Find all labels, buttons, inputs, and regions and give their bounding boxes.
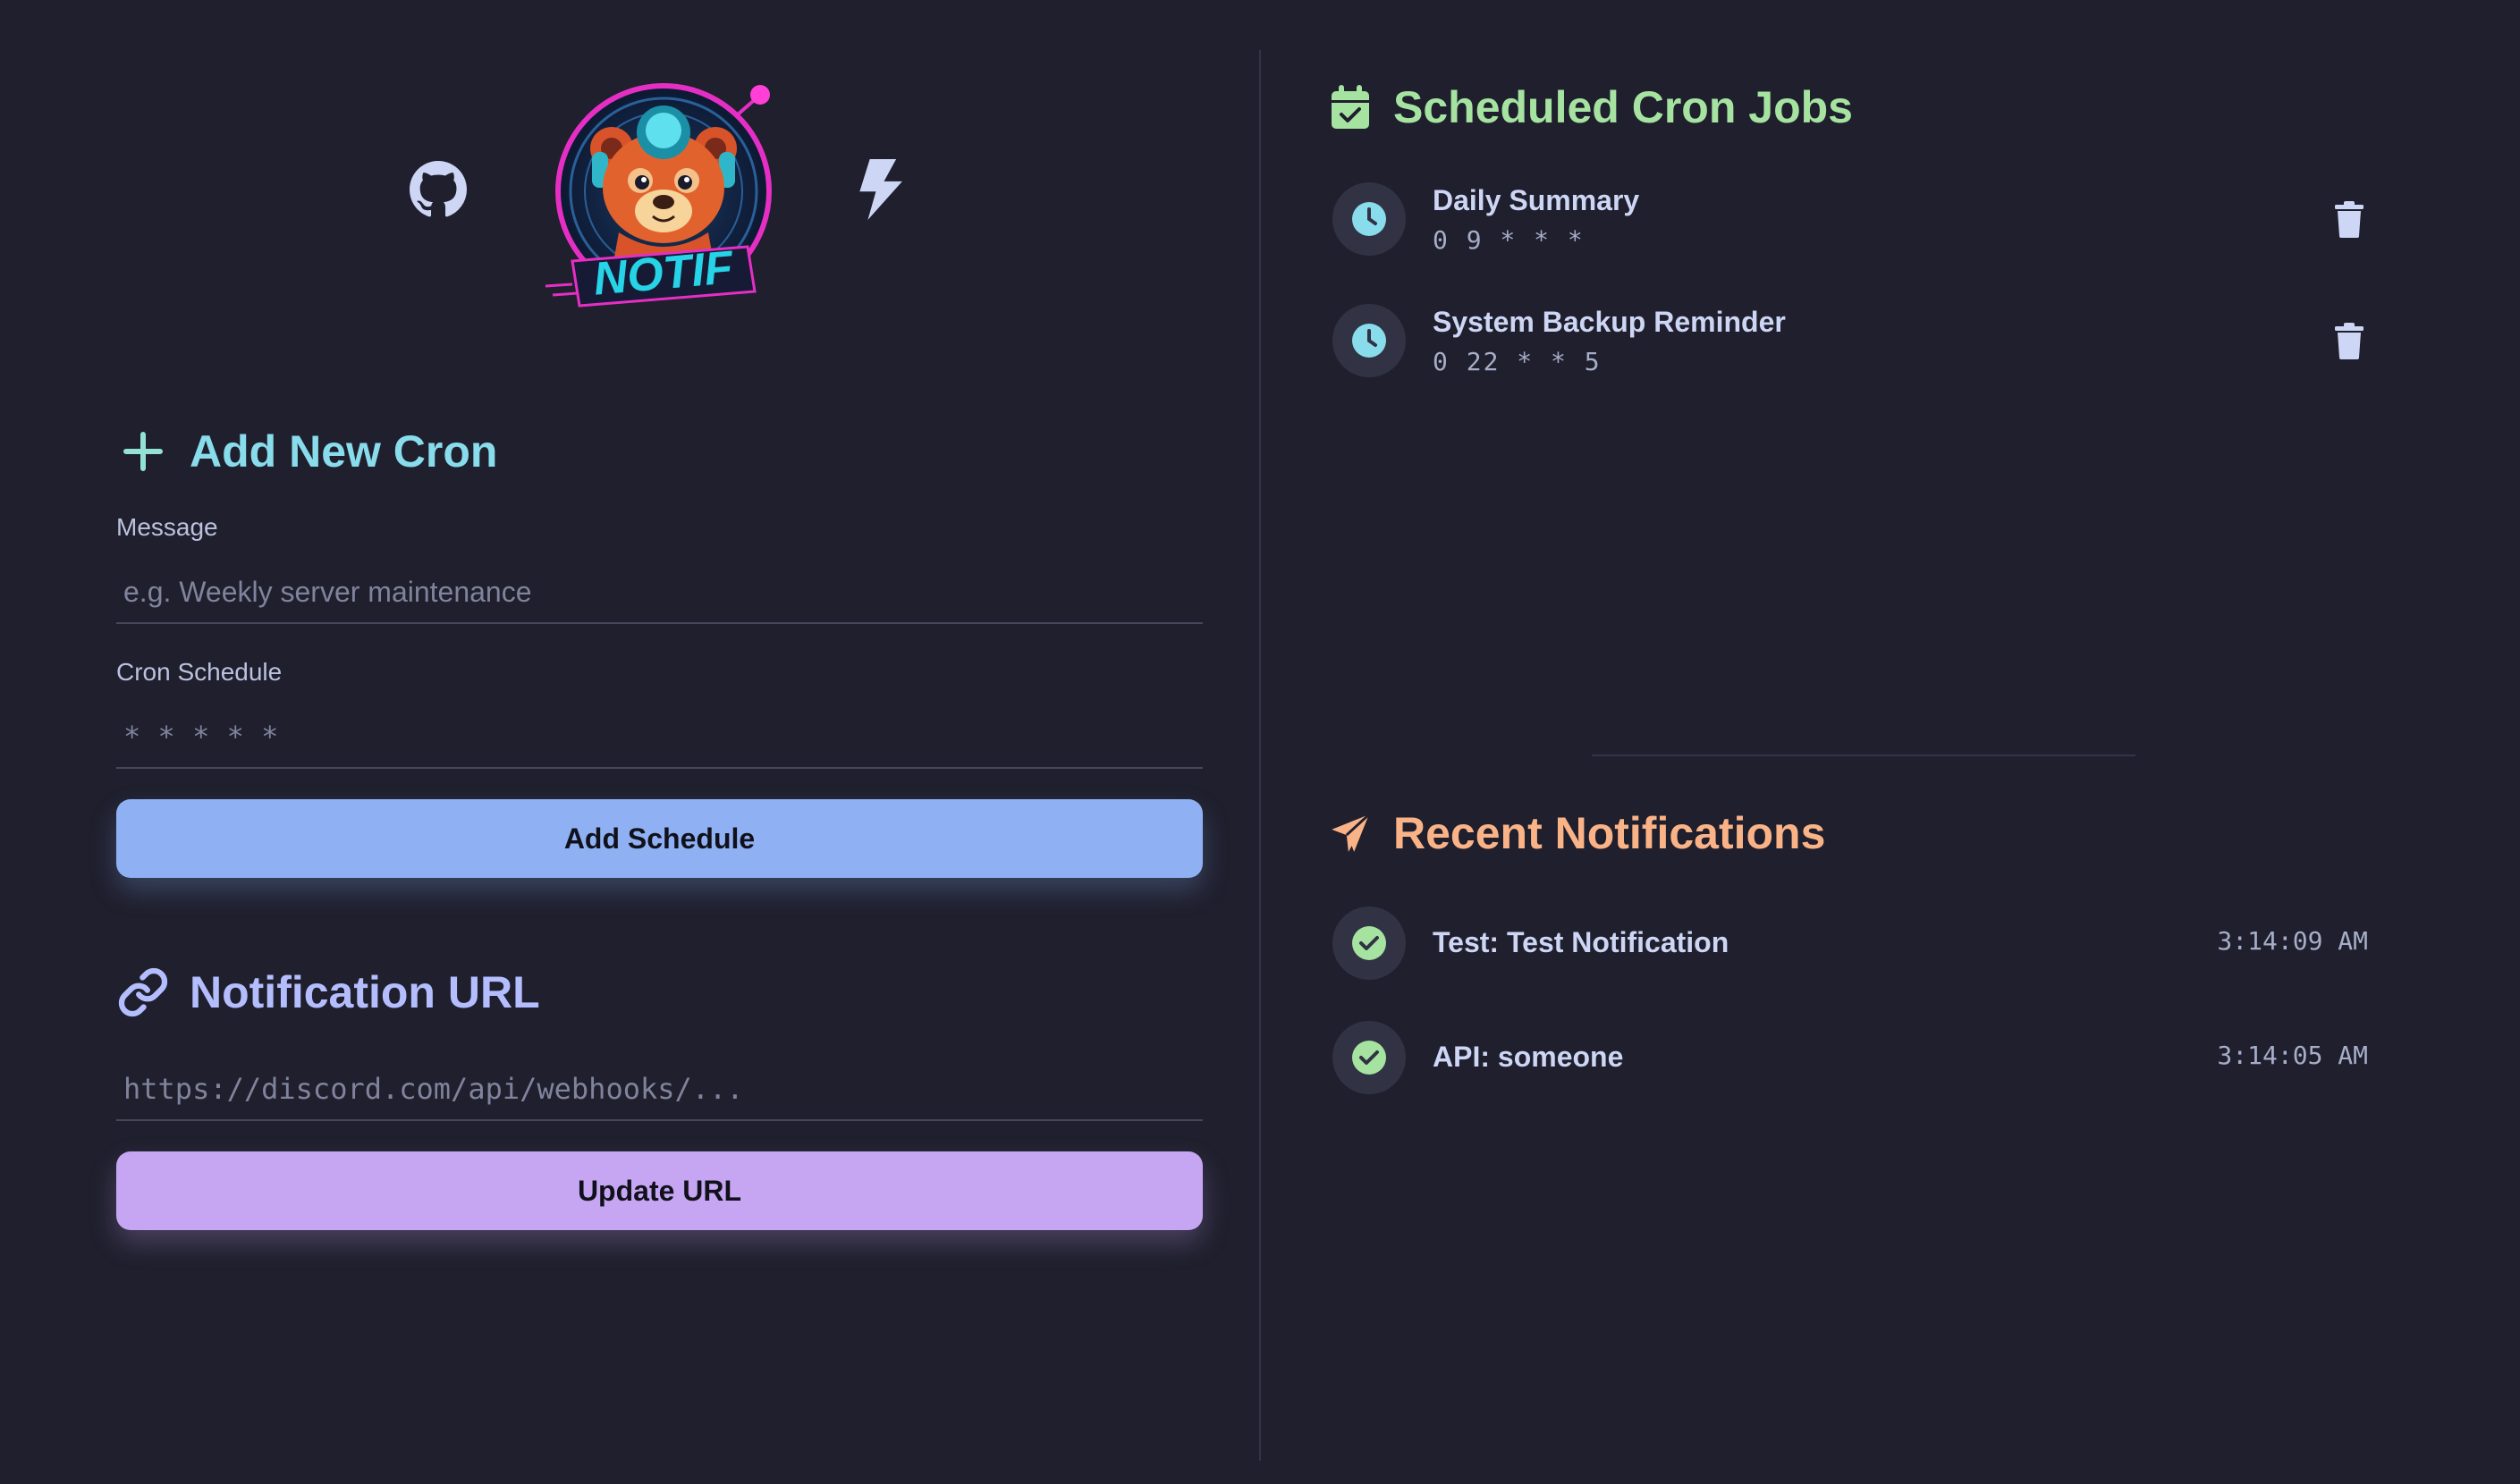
column-divider [1259, 50, 1261, 1461]
cron-job-schedule: 0 9 * * * [1433, 225, 1585, 255]
check-circle-icon [1332, 906, 1406, 980]
notif-bear-logo: NOTIF [545, 83, 772, 308]
cron-schedule-input[interactable] [116, 706, 1203, 769]
clock-icon [1332, 304, 1406, 377]
message-input[interactable] [116, 561, 1203, 624]
notification-time: 3:14:05 AM [2217, 1041, 2368, 1070]
lightning-bolt-icon[interactable] [855, 159, 905, 220]
cron-schedule-label: Cron Schedule [116, 658, 283, 686]
cron-job-item: System Backup Reminder 0 22 * * 5 [1332, 304, 2370, 384]
header: NOTIF [116, 72, 1203, 331]
trash-icon[interactable] [2333, 322, 2365, 359]
notification-item: Test: Test Notification 3:14:09 AM [1332, 906, 2370, 987]
add-schedule-button[interactable]: Add Schedule [116, 799, 1203, 878]
recent-notifications-title: Recent Notifications [1323, 806, 1825, 860]
cron-job-name: System Backup Reminder [1433, 306, 1786, 338]
clock-icon [1332, 182, 1406, 256]
scheduled-jobs-title: Scheduled Cron Jobs [1323, 80, 1853, 134]
recent-notifications-title-text: Recent Notifications [1393, 808, 1826, 858]
calendar-check-icon [1323, 80, 1377, 134]
right-panel: Scheduled Cron Jobs Daily Summary 0 9 * … [1323, 0, 2370, 1484]
notification-item: API: someone 3:14:05 AM [1332, 1021, 2370, 1101]
notification-text: Test: Test Notification [1433, 926, 1729, 958]
notification-url-title-text: Notification URL [190, 967, 540, 1017]
github-icon[interactable] [410, 161, 467, 218]
update-url-button[interactable]: Update URL [116, 1151, 1203, 1230]
paper-plane-icon [1323, 806, 1377, 860]
notification-url-input[interactable] [116, 1058, 1203, 1121]
link-icon [116, 965, 170, 1019]
add-cron-title: Add New Cron [116, 425, 497, 478]
left-panel: NOTIF Add New Cron Message Cron Schedule… [116, 0, 1203, 1484]
scheduled-jobs-title-text: Scheduled Cron Jobs [1393, 82, 1853, 132]
app-root: NOTIF Add New Cron Message Cron Schedule… [0, 0, 2520, 1484]
add-cron-title-text: Add New Cron [190, 426, 498, 476]
plus-icon [116, 425, 170, 478]
check-circle-icon [1332, 1021, 1406, 1094]
trash-icon[interactable] [2333, 200, 2365, 238]
notification-url-title: Notification URL [116, 965, 540, 1019]
cron-job-item: Daily Summary 0 9 * * * [1332, 182, 2370, 263]
notification-time: 3:14:09 AM [2217, 926, 2368, 956]
message-label: Message [116, 513, 218, 541]
cron-job-name: Daily Summary [1433, 184, 1640, 216]
section-divider [1592, 755, 2135, 756]
cron-job-schedule: 0 22 * * 5 [1433, 347, 1602, 376]
notification-text: API: someone [1433, 1041, 1624, 1073]
